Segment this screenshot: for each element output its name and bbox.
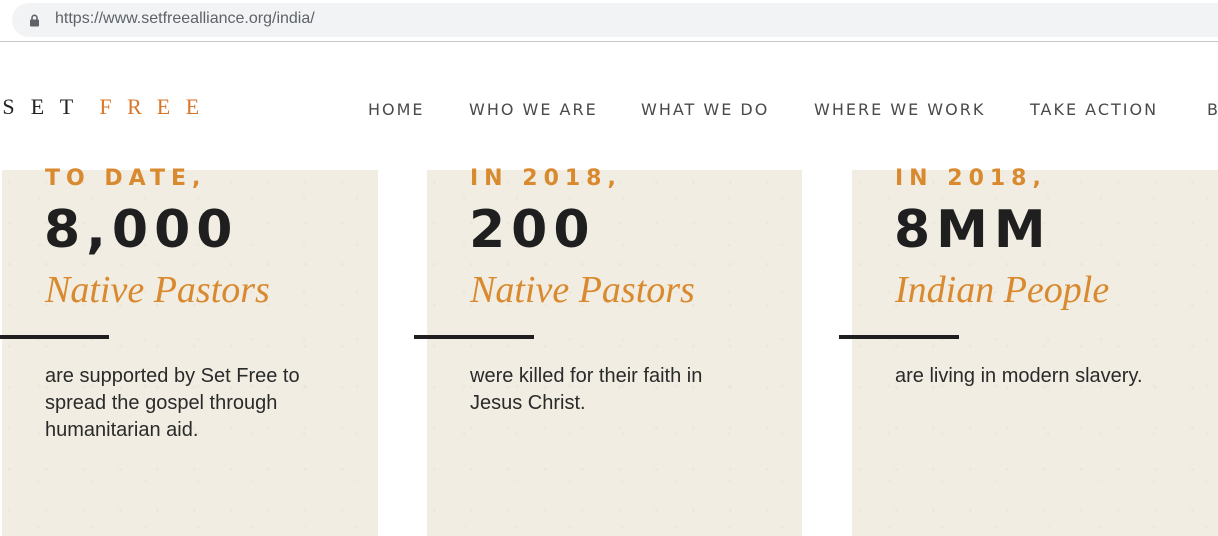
stat-subject: Indian People [895,269,1110,311]
nav-take-action[interactable]: TAKE ACTION [1030,100,1158,119]
stat-eyebrow: IN 2018, [470,166,622,191]
stat-number: 8MM [894,200,1052,260]
nav-where-we-work[interactable]: WHERE WE WORK [814,100,985,119]
main-nav: HOME WHO WE ARE WHAT WE DO WHERE WE WORK… [0,100,1218,124]
url-path: /india/ [272,10,315,27]
stat-subject: Native Pastors [45,269,270,311]
stat-divider [414,335,534,339]
stat-description: were killed for their faith in Jesus Chr… [470,365,703,414]
url-text[interactable]: https://www.setfreealliance.org/india/ [55,10,315,28]
stat-subject: Native Pastors [470,269,695,311]
stat-card: TO DATE, 8,000 Native Pastors are suppor… [0,166,378,536]
stat-number: 8,000 [44,200,239,260]
address-bar[interactable]: https://www.setfreealliance.org/india/ [12,3,1218,37]
stat-card: IN 2018, 8MM Indian People are living in… [839,166,1218,536]
toolbar-divider [0,41,1218,42]
stat-description: are supported by Set Free to spread the … [45,365,300,441]
nav-more[interactable]: B [1207,100,1218,119]
nav-who-we-are[interactable]: WHO WE ARE [469,100,598,119]
stat-number: 200 [469,200,596,260]
stat-divider [0,335,109,339]
nav-what-we-do[interactable]: WHAT WE DO [641,100,769,119]
lock-icon[interactable] [29,14,40,32]
nav-home[interactable]: HOME [368,100,425,119]
stat-card: IN 2018, 200 Native Pastors were killed … [414,166,802,536]
stat-eyebrow: TO DATE, [45,166,207,191]
url-host: https://www.setfreealliance.org [55,10,272,27]
stat-eyebrow: IN 2018, [895,166,1047,191]
stat-divider [839,335,959,339]
stat-description: are living in modern slavery. [895,365,1143,387]
